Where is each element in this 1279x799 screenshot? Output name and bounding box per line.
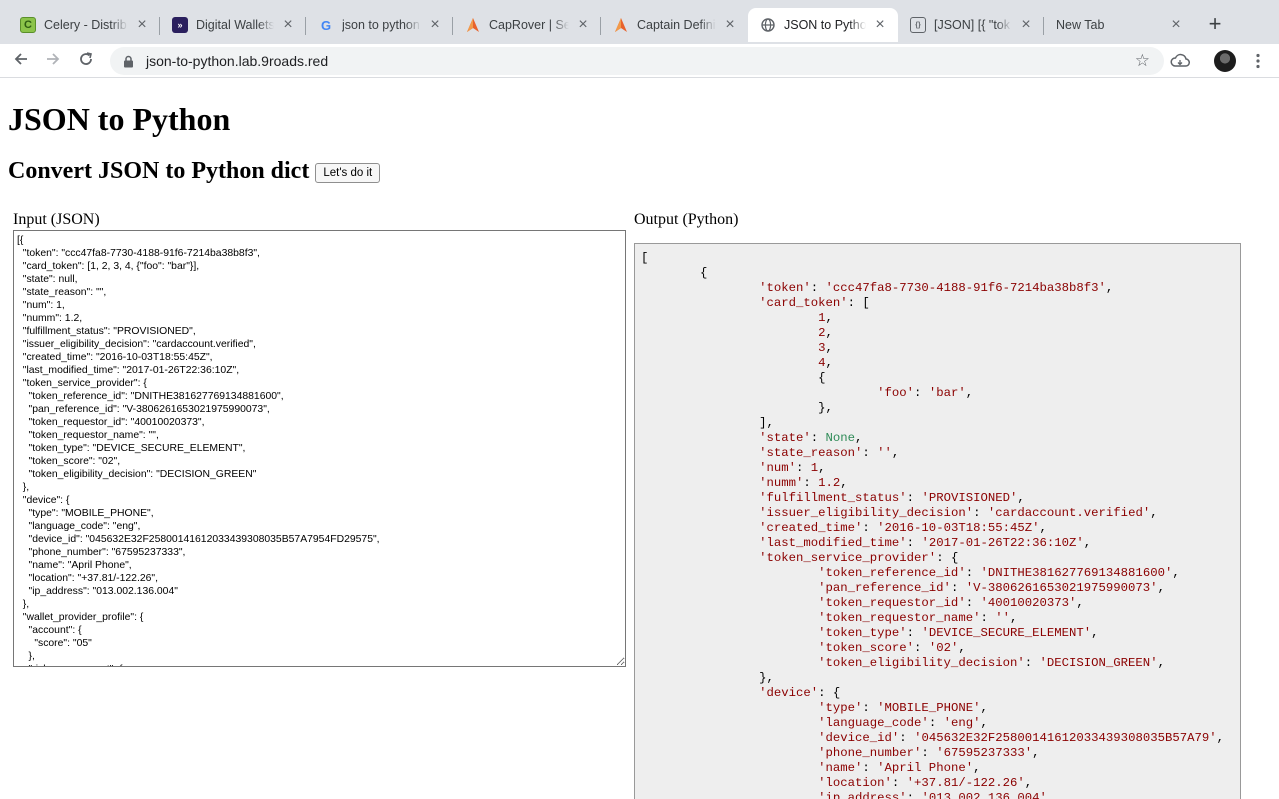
tab-title: CapRover | Ser [489, 18, 569, 32]
output-line: { [641, 371, 826, 385]
close-icon[interactable]: × [575, 17, 591, 33]
output-line: 'token_reference_id': 'DNITHE38162776913… [818, 566, 1180, 580]
json-icon: {} [910, 17, 926, 33]
output-line: 'num': 1, [759, 461, 826, 475]
output-label: Output (Python) [634, 211, 739, 228]
page-content: JSON to Python Convert JSON to Python di… [0, 79, 1279, 799]
close-icon[interactable]: × [872, 17, 888, 33]
tab-json-viewer[interactable]: {} [JSON] [{ "tok × [898, 8, 1044, 42]
close-icon[interactable]: × [1018, 17, 1034, 33]
output-line: 'token_type': 'DEVICE_SECURE_ELEMENT', [818, 626, 1099, 640]
output-line: 'last_modified_time': '2017-01-26T22:36:… [759, 536, 1092, 550]
python-output: [ { 'token': 'ccc47fa8-7730-4188-91f6-72… [634, 243, 1241, 799]
tab-title: [JSON] [{ "tok [934, 18, 1010, 32]
output-line: 'created_time': '2016-10-03T18:55:45Z', [759, 521, 1047, 535]
page-title: JSON to Python [8, 101, 231, 137]
google-icon: G [320, 17, 332, 33]
output-line: [ [641, 251, 649, 265]
tab-strip: C Celery - Distrib × » Digital Wallets ×… [0, 0, 1279, 44]
lock-icon [120, 53, 136, 69]
menu-kebab-icon[interactable] [1247, 50, 1269, 72]
globe-icon [760, 17, 776, 33]
tab-celery[interactable]: C Celery - Distrib × [8, 8, 160, 42]
caprover-icon [613, 17, 629, 33]
arrow-left-icon [14, 53, 27, 65]
convert-button[interactable]: Let's do it [315, 163, 381, 183]
output-line: 'phone_number': '67595237333', [818, 746, 1040, 760]
output-line: { [641, 266, 708, 280]
output-line: 'token_service_provider': { [759, 551, 959, 565]
output-line: 'token_requestor_name': '', [818, 611, 1018, 625]
close-icon[interactable]: × [427, 17, 443, 33]
url-text: json-to-python.lab.9roads.red [146, 53, 329, 69]
output-line: 'device': { [759, 686, 841, 700]
output-line: ], [641, 416, 774, 430]
input-label: Input (JSON) [13, 211, 100, 228]
output-line: 'foo': 'bar', [877, 386, 974, 400]
output-line: 'token': 'ccc47fa8-7730-4188-91f6-7214ba… [759, 281, 1114, 295]
output-line: 3, [818, 341, 833, 355]
tab-title: JSON to Pytho [784, 18, 866, 32]
arrow-right-icon [47, 53, 60, 65]
output-line: 'pan_reference_id': 'V-38062616530219759… [818, 581, 1165, 595]
tab-title: json to python [342, 18, 420, 32]
bookmark-star-icon[interactable]: ☆ [1135, 51, 1150, 71]
tab-title: Digital Wallets [196, 18, 274, 32]
reload-button[interactable] [74, 49, 98, 73]
output-line: }, [641, 401, 833, 415]
new-tab-button[interactable]: + [1203, 12, 1227, 36]
tab-title: New Tab [1056, 18, 1105, 32]
avatar [1214, 50, 1236, 72]
profile-avatar[interactable] [1214, 50, 1236, 72]
tab-caprover[interactable]: CapRover | Ser × [453, 8, 601, 42]
output-line: 'card_token': [ [759, 296, 870, 310]
tab-title: Captain Definit [637, 18, 716, 32]
output-line: 'language_code': 'eng', [818, 716, 988, 730]
reload-icon [80, 52, 92, 65]
cloud-download-icon[interactable] [1169, 50, 1191, 72]
back-button[interactable] [9, 49, 33, 73]
page-subtitle: Convert JSON to Python dict [8, 158, 310, 184]
output-line: 1, [818, 311, 833, 325]
tab-google-search[interactable]: G json to python × [306, 8, 453, 42]
output-line: 'state': None, [759, 431, 863, 445]
browser-toolbar: json-to-python.lab.9roads.red ☆ [0, 44, 1279, 78]
close-icon[interactable]: × [1168, 17, 1184, 33]
output-line: 'token_requestor_id': '40010020373', [818, 596, 1084, 610]
celery-icon: C [20, 17, 36, 33]
tab-title: Celery - Distrib [44, 18, 127, 32]
json-input-textarea[interactable]: [{ "token": "ccc47fa8-7730-4188-91f6-721… [13, 230, 626, 667]
caprover-icon [465, 17, 481, 33]
tab-json-to-python[interactable]: JSON to Pytho × [748, 8, 898, 42]
output-line: 'fulfillment_status': 'PROVISIONED', [759, 491, 1025, 505]
python-output-code: [ { 'token': 'ccc47fa8-7730-4188-91f6-72… [635, 244, 1240, 799]
output-line: 'issuer_eligibility_decision': 'cardacco… [759, 506, 1158, 520]
marqeta-icon: » [172, 17, 188, 33]
output-line: 'type': 'MOBILE_PHONE', [818, 701, 988, 715]
subtitle-row: Convert JSON to Python dict Let's do it [8, 156, 381, 186]
close-icon[interactable]: × [134, 17, 150, 33]
output-line: 'numm': 1.2, [759, 476, 848, 490]
address-bar[interactable]: json-to-python.lab.9roads.red ☆ [110, 47, 1164, 75]
close-icon[interactable]: × [722, 17, 738, 33]
output-line: 'device_id': '045632E32F2580014161203343… [818, 731, 1225, 745]
tab-captain-definition[interactable]: Captain Definit × [601, 8, 748, 42]
close-icon[interactable]: × [280, 17, 296, 33]
output-line: 'token_score': '02', [818, 641, 966, 655]
tab-new-tab[interactable]: New Tab × [1044, 8, 1194, 42]
output-line: 'state_reason': '', [759, 446, 900, 460]
output-line: 2, [818, 326, 833, 340]
tab-digital-wallets[interactable]: » Digital Wallets × [160, 8, 306, 42]
output-line: 'ip_address': '013.002.136.004', [818, 791, 1055, 799]
output-line: }, [641, 671, 774, 685]
forward-button[interactable] [41, 49, 65, 73]
output-line: 'location': '+37.81/-122.26', [818, 776, 1033, 790]
output-line: 4, [818, 356, 833, 370]
output-line: 'token_eligibility_decision': 'DECISION_… [818, 656, 1165, 670]
output-line: 'name': 'April Phone', [818, 761, 981, 775]
